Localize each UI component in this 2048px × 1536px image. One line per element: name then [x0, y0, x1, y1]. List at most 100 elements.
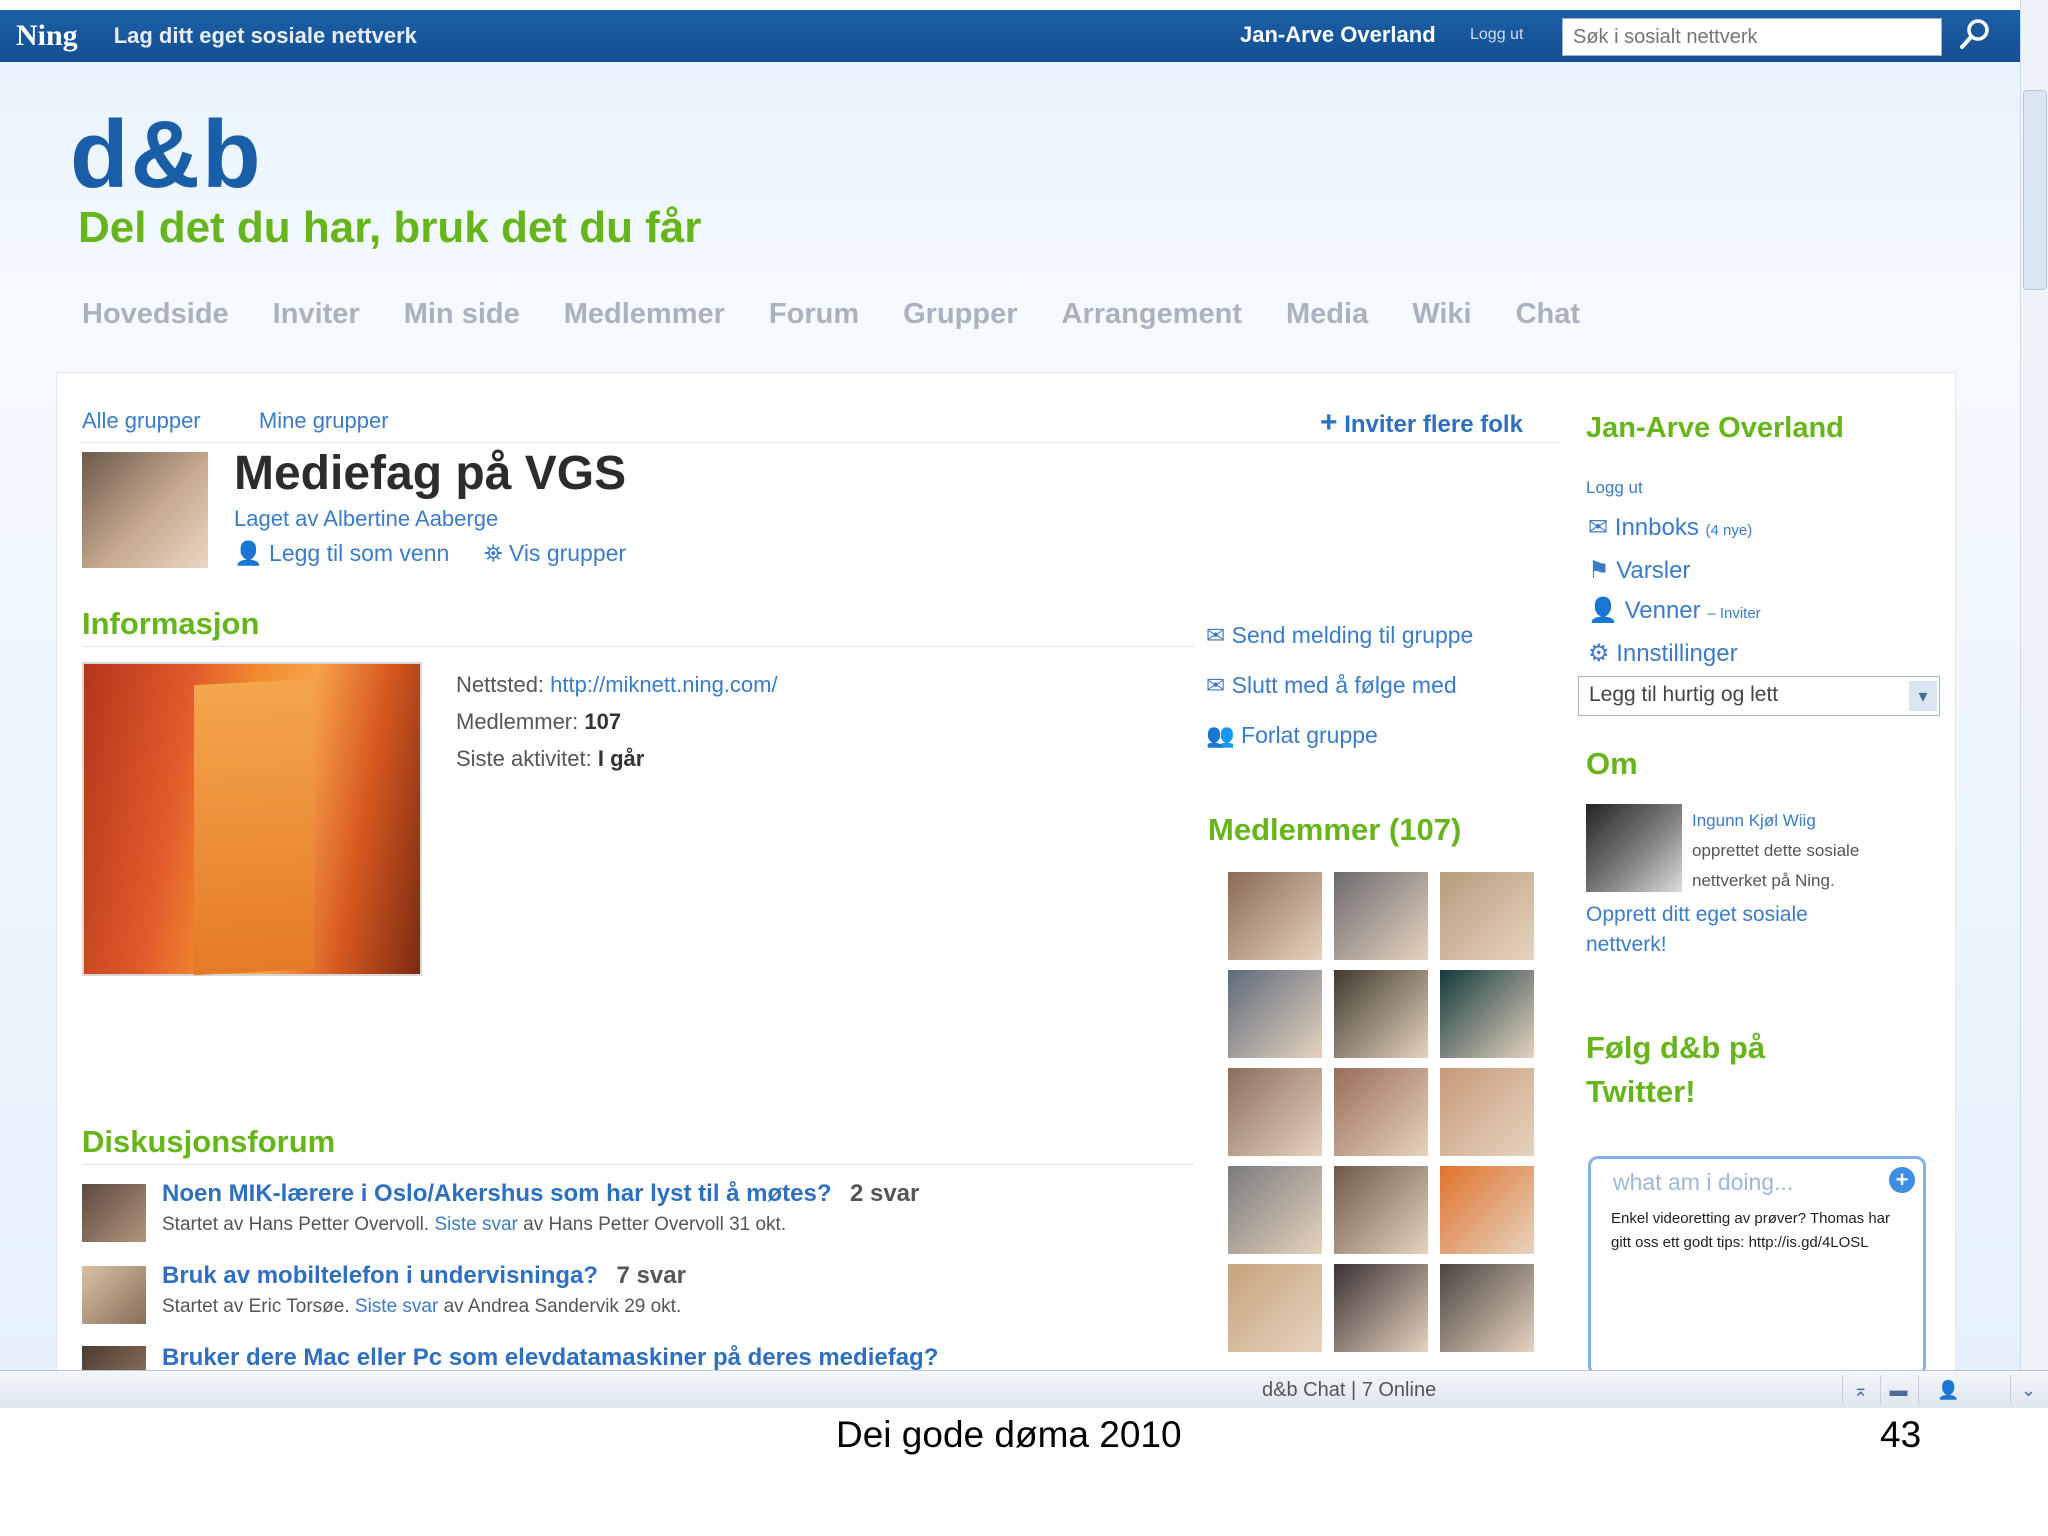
twitter-heading-line: Twitter!	[1586, 1074, 1696, 1109]
user-status-icon[interactable]: 👤	[1918, 1375, 1978, 1405]
divider	[82, 646, 1194, 647]
friends-link[interactable]: 👤 Venner – Inviter	[1588, 591, 1761, 634]
plus-icon[interactable]: +	[1889, 1167, 1915, 1193]
member-avatar[interactable]	[1334, 1264, 1428, 1352]
member-avatar[interactable]	[1228, 1264, 1322, 1352]
view-groups-link[interactable]: Vis grupper	[509, 540, 626, 566]
member-avatar[interactable]	[1334, 1166, 1428, 1254]
scrollbar-thumb[interactable]	[2023, 90, 2047, 290]
member-avatar[interactable]	[1334, 1068, 1428, 1156]
topic-last-reply-by: av Hans Petter Overvoll 31 okt.	[523, 1214, 787, 1235]
site-logo[interactable]: d&b	[70, 100, 263, 210]
settings-link[interactable]: ⚙ Innstillinger	[1588, 634, 1761, 674]
member-avatar[interactable]	[1440, 872, 1534, 960]
network-creator-link[interactable]: Ingunn Kjøl Wiig	[1692, 806, 1859, 836]
unfollow-link[interactable]: ✉ Slutt med å følge med	[1206, 660, 1473, 710]
nav-grupper[interactable]: Grupper	[903, 298, 1017, 331]
tab-my-groups[interactable]: Mine grupper	[259, 408, 389, 433]
twitter-heading[interactable]: Følg d&b på Twitter!	[1586, 1026, 1765, 1114]
member-avatar[interactable]	[1440, 1068, 1534, 1156]
group-title: Mediefag på VGS	[234, 447, 627, 500]
group-links: ✉ Send melding til gruppe ✉ Slutt med å …	[1206, 610, 1473, 760]
topic-avatar[interactable]	[82, 1266, 146, 1324]
last-reply-link[interactable]: Siste svar	[434, 1214, 517, 1235]
nav-medlemmer[interactable]: Medlemmer	[564, 298, 725, 331]
add-friend-link[interactable]: Legg til som venn	[269, 540, 449, 566]
search-input[interactable]	[1562, 18, 1942, 56]
forum-topic: Noen MIK-lærere i Oslo/Akershus som har …	[162, 1180, 919, 1236]
expand-icon[interactable]: ⌅	[1842, 1375, 1878, 1405]
member-avatar[interactable]	[1228, 872, 1322, 960]
member-avatar[interactable]	[1440, 1264, 1534, 1352]
ning-tagline-link[interactable]: Lag ditt eget sosiale nettverk	[114, 23, 417, 49]
topbar-logout-link[interactable]: Logg ut	[1470, 26, 1523, 44]
alerts-icon: ⚑	[1588, 557, 1610, 584]
member-avatar[interactable]	[1334, 872, 1428, 960]
forum-topic: Bruker dere Mac eller Pc som elevdatamas…	[162, 1344, 938, 1372]
sidebar-links: ✉ Innboks (4 nye) ⚑ Varsler 👤 Venner – I…	[1588, 508, 1761, 674]
vertical-scrollbar[interactable]	[2020, 0, 2048, 1380]
group-info: Nettsted: http://miknett.ning.com/ Medle…	[456, 666, 778, 777]
nav-wiki[interactable]: Wiki	[1412, 298, 1471, 331]
leave-group-link[interactable]: 👥 Forlat gruppe	[1206, 710, 1473, 760]
tab-all-groups[interactable]: Alle grupper	[82, 408, 201, 433]
settings-label: Innstillinger	[1616, 640, 1738, 667]
chevron-down-icon[interactable]: ⌄	[2010, 1375, 2046, 1405]
nav-media[interactable]: Media	[1286, 298, 1368, 331]
send-message-label: Send melding til gruppe	[1231, 622, 1474, 648]
about-heading: Om	[1586, 746, 1638, 781]
alerts-link[interactable]: ⚑ Varsler	[1588, 551, 1761, 591]
group-avatar[interactable]	[82, 452, 208, 568]
friends-invite-link[interactable]: – Inviter	[1707, 605, 1760, 622]
leave-group-label: Forlat gruppe	[1241, 722, 1378, 748]
group-image[interactable]	[82, 662, 422, 976]
member-avatar[interactable]	[1228, 1068, 1322, 1156]
last-reply-link[interactable]: Siste svar	[355, 1296, 438, 1317]
quick-add-select[interactable]: Legg til hurtig og lett ▾	[1578, 676, 1940, 716]
settings-icon: ⚙	[1588, 640, 1610, 667]
nav-min-side[interactable]: Min side	[404, 298, 520, 331]
divider	[82, 1164, 1194, 1165]
activity-label: Siste aktivitet:	[456, 746, 592, 771]
invite-more-button[interactable]: + Inviter flere folk	[1320, 406, 1523, 440]
nav-hovedside[interactable]: Hovedside	[82, 298, 229, 331]
binoculars-icon: ⛯	[484, 540, 503, 566]
nav-inviter[interactable]: Inviter	[273, 298, 360, 331]
group-creator-link[interactable]: Laget av Albertine Aaberge	[234, 506, 498, 532]
create-network-link[interactable]: Opprett ditt eget sosiale nettverk!	[1586, 900, 1808, 960]
topic-title-link[interactable]: Bruk av mobiltelefon i undervisninga?	[162, 1262, 598, 1289]
nav-arrangement[interactable]: Arrangement	[1062, 298, 1243, 331]
ning-logo[interactable]: Ning	[16, 19, 78, 53]
member-avatar[interactable]	[1440, 970, 1534, 1058]
inbox-link[interactable]: ✉ Innboks (4 nye)	[1588, 508, 1761, 551]
topic-started-by: Startet av Hans Petter Overvoll.	[162, 1214, 430, 1235]
send-message-link[interactable]: ✉ Send melding til gruppe	[1206, 610, 1473, 660]
create-network-line: Opprett ditt eget sosiale	[1586, 903, 1808, 926]
chevron-down-icon[interactable]: ▾	[1909, 681, 1937, 711]
sidebar-username[interactable]: Jan-Arve Overland	[1586, 412, 1844, 445]
search-icon[interactable]	[1958, 16, 1998, 56]
topic-avatar[interactable]	[82, 1184, 146, 1242]
image-plank	[194, 678, 314, 976]
member-avatar[interactable]	[1334, 970, 1428, 1058]
member-avatar[interactable]	[1228, 970, 1322, 1058]
topic-replies: 7 svar	[616, 1262, 686, 1289]
network-creator-avatar[interactable]	[1586, 804, 1682, 892]
topic-title-link[interactable]: Noen MIK-lærere i Oslo/Akershus som har …	[162, 1180, 832, 1207]
members-heading: Medlemmer (107)	[1208, 812, 1462, 847]
slide-page-number: 43	[1880, 1414, 1922, 1455]
member-avatar[interactable]	[1228, 1166, 1322, 1254]
slide-footer-text: Dei gode døma 2010	[836, 1414, 1182, 1455]
chat-icon[interactable]: ▬	[1880, 1375, 1916, 1405]
nav-forum[interactable]: Forum	[769, 298, 859, 331]
twitter-status-input[interactable]: what am i doing...	[1613, 1169, 1793, 1196]
topbar-username[interactable]: Jan-Arve Overland	[1240, 22, 1436, 48]
topic-title-link[interactable]: Bruker dere Mac eller Pc som elevdatamas…	[162, 1344, 938, 1371]
site-slogan: Del det du har, bruk det du får	[78, 203, 702, 252]
website-link[interactable]: http://miknett.ning.com/	[550, 672, 777, 697]
member-avatar[interactable]	[1440, 1166, 1534, 1254]
sidebar-logout-link[interactable]: Logg ut	[1586, 478, 1643, 498]
add-friend-icon: 👤	[234, 540, 263, 566]
chat-status[interactable]: d&b Chat | 7 Online	[1262, 1379, 1436, 1402]
nav-chat[interactable]: Chat	[1516, 298, 1580, 331]
